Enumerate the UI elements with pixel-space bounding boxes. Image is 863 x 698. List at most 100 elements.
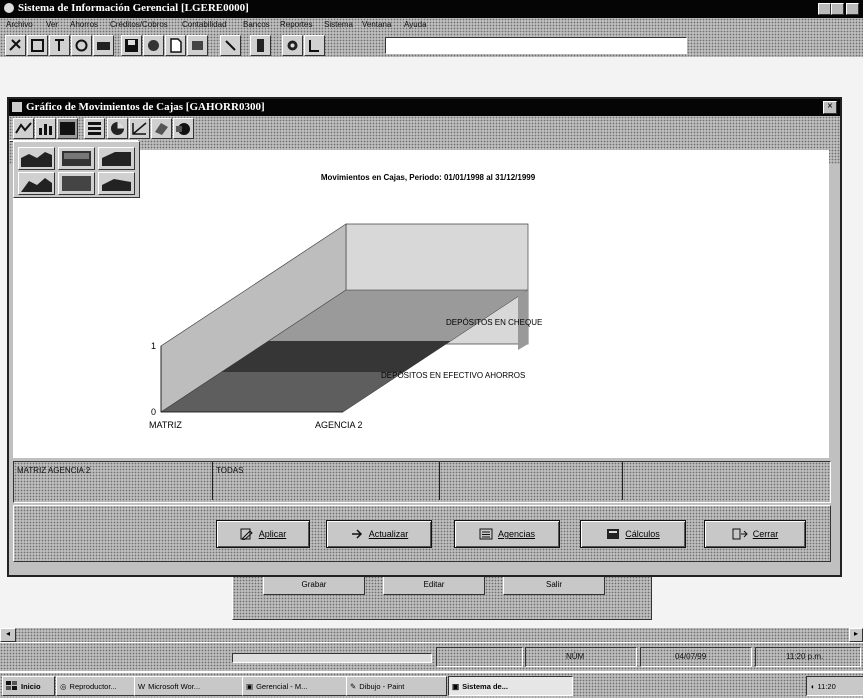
x-tick-label: AGENCIA 2 [315,420,363,430]
taskbar-item-gerencial-label: Gerencial - M... [256,681,308,691]
chart-subtype-popup [13,141,140,198]
toolbar-combo-box[interactable] [385,37,687,54]
tool-icon [287,40,298,51]
area-subtype-icon [21,152,52,167]
toolbar-button-5[interactable] [93,35,114,56]
chart-type-bar-button[interactable] [35,118,56,139]
paint-icon: ✎ [350,681,357,691]
subtype-area-5[interactable] [58,172,95,195]
background-form-panel: Grabar Editar Salir [232,572,652,620]
menu-bancos[interactable]: Bancos [243,20,270,29]
toolbar-button-12[interactable] [282,35,303,56]
toolbar-button-7[interactable] [143,35,164,56]
taskbar-item-reproductor[interactable]: ◎ Reproductor... [56,676,135,696]
tool-icon [31,39,44,52]
chart-type-line-button[interactable] [13,118,34,139]
taskbar-item-reproductor-label: Reproductor... [69,681,117,691]
tray-clock: 11:20 [817,681,836,691]
menu-contabilidad[interactable]: Contabilidad [182,20,226,29]
chart-type-stack-button[interactable] [84,118,105,139]
menu-ver[interactable]: Ver [46,20,58,29]
maximize-button[interactable] [831,3,844,15]
area-subtype-icon [102,179,131,191]
app-window-icon: ▣ [452,681,460,691]
menu-sistema[interactable]: Sistema [324,20,353,29]
chart-type-xy-button[interactable] [129,118,150,139]
toolbar-button-11[interactable] [250,35,271,56]
status-bar: NÚM 04/07/99 11:20 p.m. [0,643,863,671]
minimize-button[interactable] [818,3,831,15]
subtype-area-4[interactable] [18,172,55,195]
toolbar-button-9[interactable] [187,35,208,56]
pencil-icon [240,528,253,540]
menu-archivo[interactable]: Archivo [6,20,33,29]
chart-window-close-button[interactable]: × [823,101,837,114]
subtype-area-3[interactable] [98,147,135,170]
line-chart-icon [15,122,32,134]
mdi-horizontal-scrollbar[interactable]: ◂ ▸ [0,628,863,642]
system-tray: ◖ 11:20 [806,676,863,696]
menu-ahorros[interactable]: Ahorros [70,20,98,29]
area-chart-icon [60,122,75,135]
scroll-right-arrow[interactable]: ▸ [849,628,863,642]
close-form-button[interactable]: Cerrar [704,520,806,548]
grid-cell-scope[interactable]: TODAS [213,462,440,500]
button-bar: Aplicar Actualizar Agencias Cálculos Cer… [13,505,831,562]
calculator-icon [607,529,620,539]
subtype-area-1[interactable] [18,147,55,170]
save-button[interactable] [121,35,142,56]
toolbar-button-4[interactable] [71,35,92,56]
area-subtype-icon [62,151,91,166]
y-tick-label: 1 [151,341,156,351]
taskbar-item-paint[interactable]: ✎ Dibujo - Paint [346,676,447,696]
grid-cell-agencies[interactable]: MATRIZ AGENCIA 2 [14,462,213,500]
refresh-icon [351,529,362,539]
chart-type-gallery-button[interactable] [173,118,194,139]
speaker-icon[interactable]: ◖ [810,682,815,691]
toolbar-button-13[interactable] [304,35,325,56]
close-button[interactable] [846,3,859,15]
menu-reportes[interactable]: Reportes [280,20,312,29]
chart-type-area-button[interactable] [57,118,78,139]
subtype-area-2[interactable] [58,147,95,170]
apply-button[interactable]: Aplicar [216,520,310,548]
taskbar-item-gerencial[interactable]: ▣ Gerencial - M... [242,676,347,696]
scroll-left-arrow[interactable]: ◂ [0,628,16,642]
grid-cell-4[interactable] [623,462,828,500]
start-button[interactable]: Inicio [2,676,55,696]
chart-type-pie-button[interactable] [107,118,128,139]
word-icon: W [138,681,146,691]
floppy-icon [125,39,138,52]
menu-creditos-cobros[interactable]: Créditos/Cobros [110,20,168,29]
tool-icon [55,39,64,51]
app-icon[interactable] [4,3,14,13]
chart-type-3d-button[interactable] [151,118,172,139]
taskbar-item-word-label: Microsoft Wor... [148,681,201,691]
window-chart-icon[interactable] [12,102,22,112]
calculations-button[interactable]: Cálculos [580,520,686,548]
grid-cell-3[interactable] [440,462,623,500]
area-subtype-icon [62,176,91,191]
toolbar-button-8[interactable] [165,35,186,56]
door-icon [732,528,748,540]
area-subtype-icon [21,178,52,192]
menu-ventana[interactable]: Ventana [362,20,391,29]
subtype-area-6[interactable] [98,172,135,195]
windows-logo-icon [6,681,17,690]
start-label: Inicio [21,681,41,691]
taskbar-item-word[interactable]: W Microsoft Wor... [134,676,243,696]
taskbar-item-sistema[interactable]: ▣ Sistema de... [448,676,573,696]
agencies-button[interactable]: Agencias [454,520,560,548]
toolbar-button-10[interactable] [220,35,241,56]
tool-icon [192,41,203,50]
tool-icon [309,40,319,52]
stacked-chart-icon [88,122,101,135]
toolbar-button-2[interactable] [27,35,48,56]
update-button[interactable]: Actualizar [326,520,432,548]
chart-window-title-bar: Gráfico de Movimientos de Cajas [GAHORR0… [9,99,840,116]
taskbar-item-sistema-label: Sistema de... [462,681,508,691]
menu-ayuda[interactable]: Ayuda [404,20,427,29]
xy-chart-icon [132,122,147,135]
toolbar-button-3[interactable] [49,35,70,56]
toolbar-button-1[interactable] [5,35,26,56]
